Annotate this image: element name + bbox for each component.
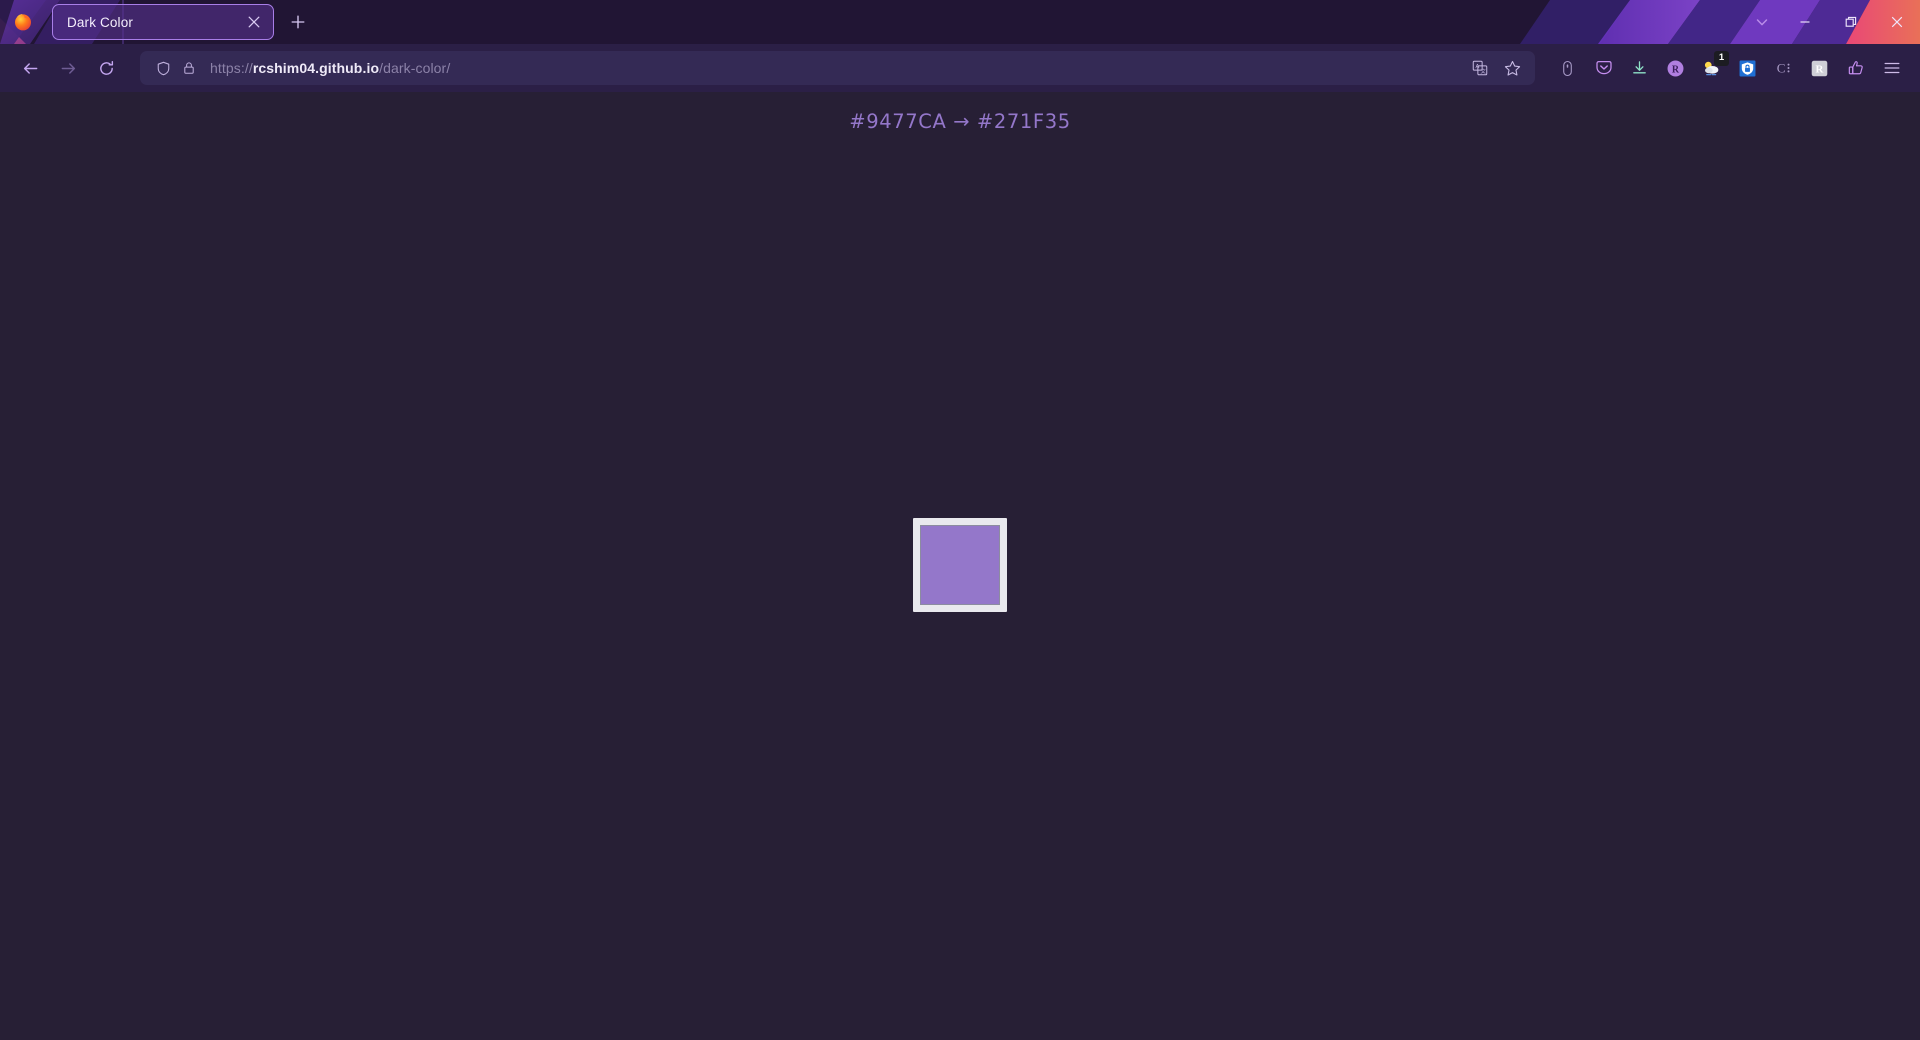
tab-title: Dark Color bbox=[67, 14, 134, 30]
page-content: #9477CA → #271F35 bbox=[0, 92, 1920, 1040]
window-controls-group bbox=[1742, 0, 1920, 44]
svg-text:R: R bbox=[1816, 63, 1824, 75]
minimize-button[interactable] bbox=[1782, 6, 1828, 38]
color-swatch[interactable] bbox=[913, 518, 1007, 612]
password-manager-icon[interactable] bbox=[1731, 52, 1764, 85]
svg-text:C: C bbox=[1776, 61, 1785, 76]
clipboard-extension-icon[interactable]: C bbox=[1767, 52, 1800, 85]
rakuten-extension-icon[interactable]: R bbox=[1803, 52, 1836, 85]
firefox-logo bbox=[8, 0, 38, 44]
url-host: rcshim04.github.io bbox=[252, 60, 380, 76]
address-bar[interactable]: https://rcshim04.github.io/dark-color/ A… bbox=[140, 51, 1535, 85]
color-swatch-container bbox=[913, 518, 1007, 612]
translate-icon[interactable]: A 文 bbox=[1465, 53, 1495, 83]
app-menu-icon[interactable] bbox=[1875, 52, 1908, 85]
extension-r-icon[interactable]: R bbox=[1659, 52, 1692, 85]
forward-button[interactable] bbox=[50, 50, 86, 86]
tab-dark-color[interactable]: Dark Color bbox=[52, 4, 274, 40]
chevron-down-icon[interactable] bbox=[1742, 0, 1782, 44]
bookmark-star-icon[interactable] bbox=[1497, 53, 1527, 83]
tab-strip: Dark Color bbox=[0, 0, 1920, 44]
close-window-button[interactable] bbox=[1874, 6, 1920, 38]
url-path: /dark-color/ bbox=[379, 60, 451, 76]
svg-text:R: R bbox=[1672, 64, 1680, 75]
url-scheme: https:// bbox=[210, 60, 253, 76]
page-heading: #9477CA → #271F35 bbox=[849, 110, 1071, 133]
lock-icon[interactable] bbox=[176, 55, 202, 81]
thumbs-up-extension-icon[interactable] bbox=[1839, 52, 1872, 85]
urlbar-actions: A 文 bbox=[1465, 53, 1527, 83]
account-icon[interactable] bbox=[1551, 52, 1584, 85]
close-tab-icon[interactable] bbox=[243, 11, 265, 33]
toolbar-extensions: R 1 C R bbox=[1551, 50, 1908, 85]
url-text[interactable]: https://rcshim04.github.io/dark-color/ bbox=[202, 60, 1465, 76]
weather-extension-icon[interactable]: 1 bbox=[1695, 50, 1729, 85]
svg-text:文: 文 bbox=[1481, 67, 1487, 75]
downloads-icon[interactable] bbox=[1623, 52, 1656, 85]
navigation-toolbar: https://rcshim04.github.io/dark-color/ A… bbox=[0, 44, 1920, 92]
reload-button[interactable] bbox=[88, 50, 124, 86]
svg-text:A: A bbox=[1476, 64, 1480, 70]
shield-icon[interactable] bbox=[150, 55, 176, 81]
back-button[interactable] bbox=[12, 50, 48, 86]
new-tab-button[interactable] bbox=[283, 7, 313, 37]
weather-badge-count: 1 bbox=[1714, 50, 1729, 66]
pocket-icon[interactable] bbox=[1587, 52, 1620, 85]
browser-window: Dark Color https://rcshim04.github.io/da… bbox=[0, 0, 1920, 1040]
restore-button[interactable] bbox=[1828, 6, 1874, 38]
